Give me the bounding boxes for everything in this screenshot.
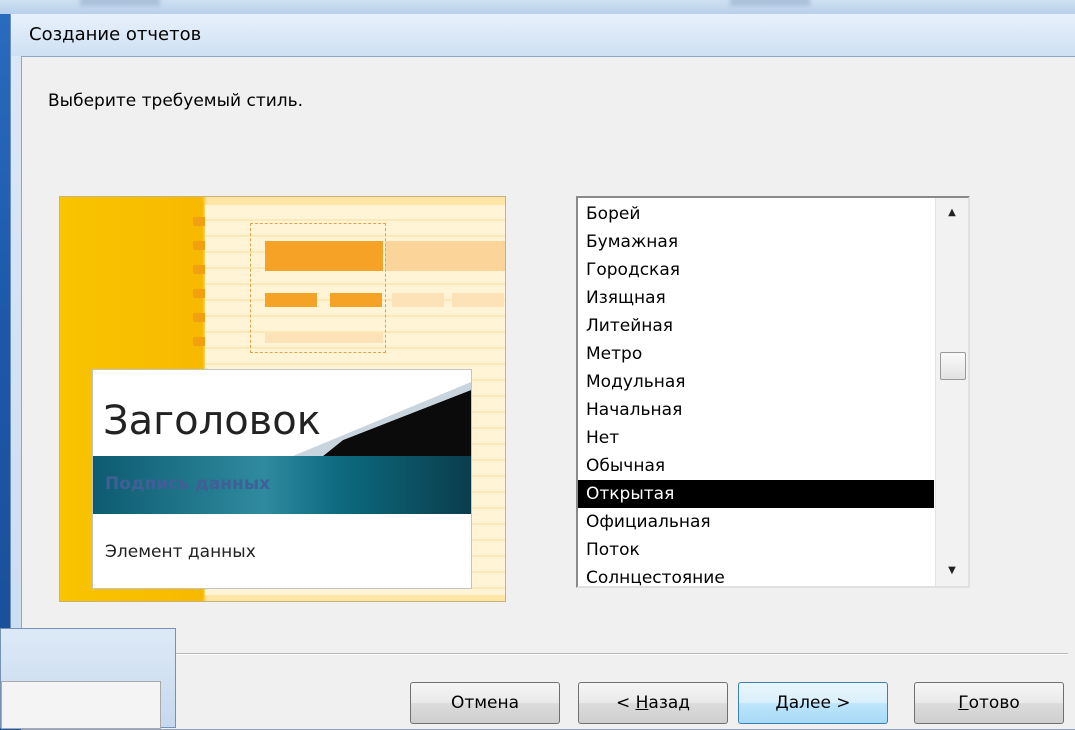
style-list-item[interactable]: Солнцестояние	[578, 564, 934, 586]
style-list-item[interactable]: Городская	[578, 256, 934, 284]
cancel-button[interactable]: Отмена	[410, 682, 560, 724]
back-button[interactable]: < Назад	[578, 682, 728, 724]
style-list-item[interactable]: Литейная	[578, 312, 934, 340]
style-list-item[interactable]: Модульная	[578, 368, 934, 396]
scroll-up-arrow-icon[interactable]: ▲	[936, 204, 968, 222]
preview-title: Заголовок	[103, 398, 321, 444]
preview-label: Подпись данных	[105, 474, 271, 494]
blurred-text	[80, 0, 160, 6]
preview-header-bar	[385, 241, 505, 271]
back-button-label: азад	[648, 693, 691, 713]
title-bar[interactable]: Создание отчетов	[11, 14, 1075, 56]
back-button-prefix: <	[615, 693, 636, 713]
scroll-down-arrow-icon[interactable]: ▼	[936, 562, 968, 580]
report-wizard-dialog: Создание отчетов Выберите требуемый стил…	[10, 14, 1075, 730]
style-list-item[interactable]: Обычная	[578, 452, 934, 480]
preview-selection-frame	[250, 223, 386, 353]
style-list-items: Борей Бумажная Городская Изящная Литейная Мет…	[578, 200, 934, 586]
next-button-accelerator: Д	[775, 693, 789, 713]
style-list-item[interactable]: Поток	[578, 536, 934, 564]
style-list-item[interactable]: Борей	[578, 200, 934, 228]
window-title: Создание отчетов	[29, 24, 202, 45]
background-window-edge	[0, 0, 1075, 14]
style-list-item[interactable]: Бумажная	[578, 228, 934, 256]
vertical-scrollbar[interactable]: ▲ ▼	[935, 198, 968, 586]
scroll-thumb[interactable]	[940, 352, 966, 380]
preview-cell	[392, 293, 444, 307]
blurred-text	[730, 0, 810, 6]
style-list-item[interactable]: Начальная	[578, 396, 934, 424]
finish-button-accelerator: Г	[958, 693, 969, 713]
finish-button[interactable]: Готово	[914, 682, 1064, 724]
next-button[interactable]: Далее >	[738, 682, 888, 724]
back-button-accelerator: Н	[635, 693, 649, 713]
cancel-button-label: Отмена	[450, 693, 520, 713]
style-list-item[interactable]: Нет	[578, 424, 934, 452]
preview-label-band: Подпись данных	[93, 456, 471, 514]
preview-sample-card: Заголовок Подпись данных Элемент данных	[92, 369, 472, 589]
overlapping-window-content	[1, 681, 161, 729]
preview-cell	[452, 293, 504, 307]
separator-line	[172, 653, 1068, 655]
style-list-item[interactable]: Метро	[578, 340, 934, 368]
preview-data-item: Элемент данных	[105, 542, 256, 562]
next-button-label: алее >	[788, 693, 851, 713]
style-list-item[interactable]: Официальная	[578, 508, 934, 536]
overlapping-window[interactable]	[0, 628, 176, 729]
style-list-item[interactable]: Изящная	[578, 284, 934, 312]
finish-button-label: отово	[968, 693, 1020, 713]
style-list-item[interactable]: Открытая	[578, 480, 934, 508]
wizard-client-area: Выберите требуемый стиль. Заголовок Подп…	[21, 56, 1075, 730]
style-preview: Заголовок Подпись данных Элемент данных	[59, 196, 506, 602]
style-listbox[interactable]: Борей Бумажная Городская Изящная Литейная Мет…	[576, 196, 970, 588]
instruction-text: Выберите требуемый стиль.	[48, 91, 304, 111]
